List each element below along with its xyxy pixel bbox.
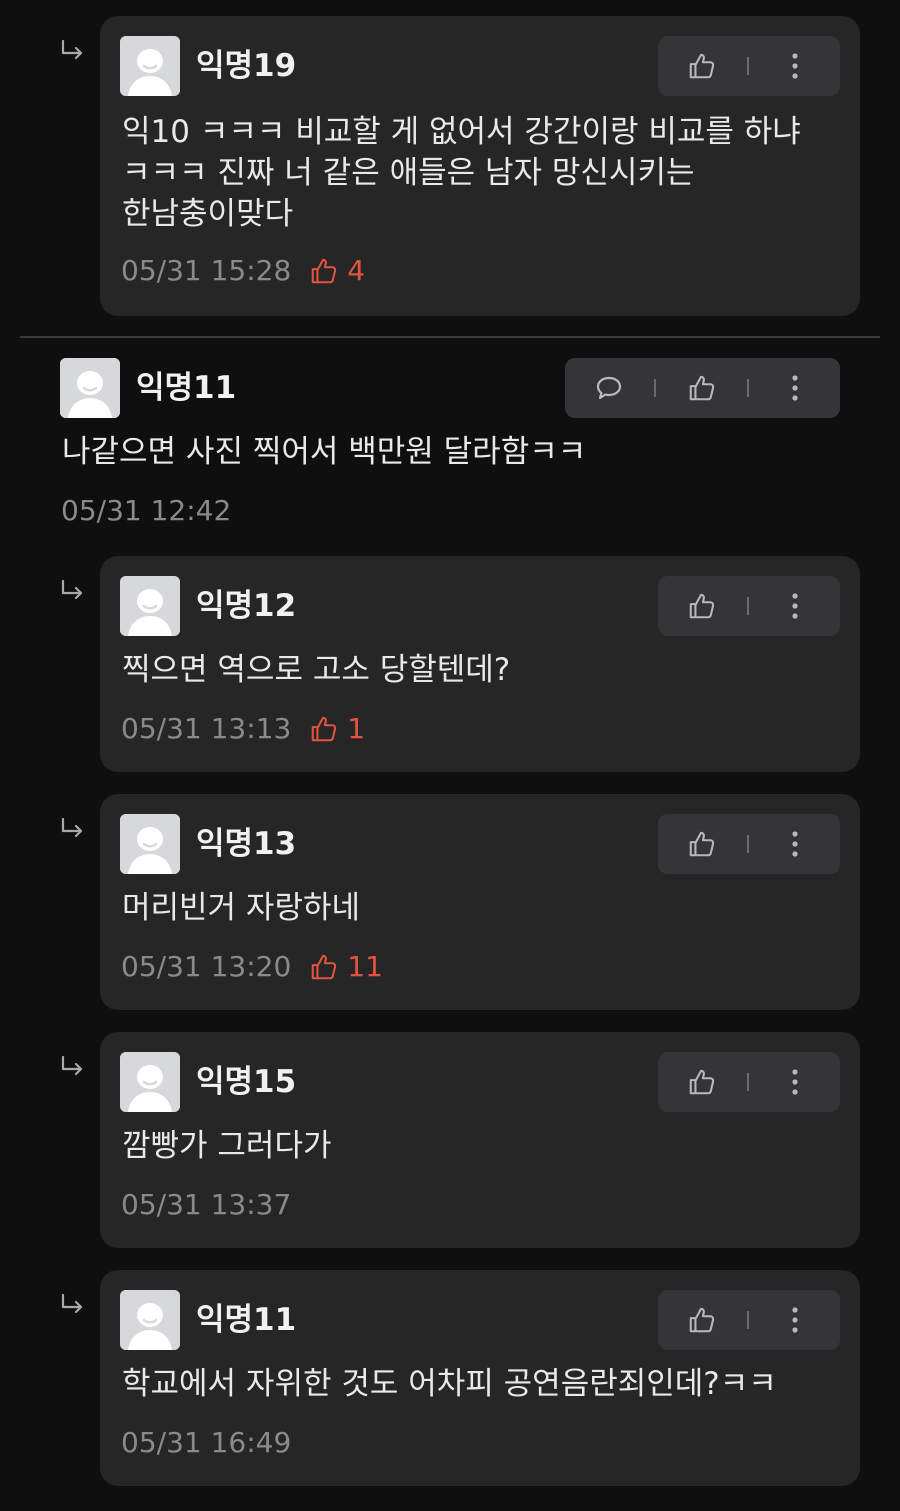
more-button[interactable] <box>772 576 818 636</box>
comment-line: 나같으면 사진 찍어서 백만원 달라함ㅋㅋ <box>62 434 587 470</box>
comment-text: 익10 ㅋㅋㅋ 비교할 게 없어서 강간이랑 비교를 하냐 ㅋㅋㅋ 진짜 너 같… <box>122 112 801 235</box>
comment-line: 깜빵가 그러다가 <box>122 1128 332 1164</box>
comment-meta: 05/31 15:28 4 <box>121 254 365 288</box>
comment-line: 찍으면 역으로 고소 당할텐데? <box>122 652 511 688</box>
reply-arrow-icon <box>60 580 86 602</box>
reply-arrow-icon <box>60 1294 86 1316</box>
vertical-ellipsis-icon <box>792 593 798 619</box>
like-button[interactable] <box>679 576 725 636</box>
more-button[interactable] <box>772 358 818 418</box>
action-separator <box>747 1073 749 1091</box>
comment-time: 05/31 13:13 <box>121 712 292 745</box>
more-button[interactable] <box>772 814 818 874</box>
comment-meta: 05/31 12:42 <box>61 494 231 528</box>
thumbs-up-icon <box>309 256 339 286</box>
reply-card: 익명13 머리빈거 자랑하네 05/31 13:20 11 <box>100 794 860 1010</box>
like-count: 1 <box>309 712 365 746</box>
comment-line: 한남충이맞다 <box>122 196 294 232</box>
thumbs-up-icon <box>687 591 717 621</box>
comment-meta: 05/31 16:49 <box>121 1426 291 1460</box>
comment-text: 나같으면 사진 찍어서 백만원 달라함ㅋㅋ <box>62 432 586 473</box>
thumbs-up-icon <box>687 1305 717 1335</box>
reply-card: 익명11 학교에서 자위한 것도 어차피 공연음란죄인데?ㅋㅋ 05/31 16… <box>100 1270 860 1486</box>
comment-author: 익명12 <box>196 588 297 624</box>
like-button[interactable] <box>679 36 725 96</box>
comment-line: ㅋㅋㅋ 진짜 너 같은 애들은 남자 망신시키는 <box>122 155 695 191</box>
vertical-ellipsis-icon <box>792 1307 798 1333</box>
thumbs-up-icon <box>687 829 717 859</box>
avatar <box>120 1290 180 1350</box>
reply-arrow-icon <box>60 818 86 840</box>
vertical-ellipsis-icon <box>792 1069 798 1095</box>
avatar <box>120 576 180 636</box>
thumbs-up-icon <box>309 952 339 982</box>
comment-time: 05/31 13:37 <box>121 1188 292 1221</box>
like-count: 11 <box>309 950 383 984</box>
comment-time: 05/31 15:28 <box>121 254 292 287</box>
comment-actions <box>658 576 840 636</box>
thumbs-up-icon <box>309 714 339 744</box>
reply-arrow-icon <box>60 40 86 62</box>
comment-text: 깜빵가 그러다가 <box>122 1126 332 1167</box>
comment-author: 익명15 <box>196 1064 297 1100</box>
avatar <box>120 1052 180 1112</box>
comment-divider <box>20 336 880 338</box>
like-button[interactable] <box>679 358 725 418</box>
comment-meta: 05/31 13:37 <box>121 1188 291 1222</box>
comment-actions <box>565 358 840 418</box>
comment-line: 익10 ㅋㅋㅋ 비교할 게 없어서 강간이랑 비교를 하냐 <box>122 114 801 150</box>
comment-actions <box>658 36 840 96</box>
more-button[interactable] <box>772 36 818 96</box>
comment-author: 익명13 <box>196 826 297 862</box>
action-separator <box>747 379 749 397</box>
comment-author: 익명11 <box>196 1302 297 1338</box>
reply-card: 익명15 깜빵가 그러다가 05/31 13:37 <box>100 1032 860 1248</box>
speech-bubble-icon <box>596 376 622 400</box>
comment-text: 머리빈거 자랑하네 <box>122 888 360 929</box>
avatar <box>120 814 180 874</box>
reply-card: 익명19 익10 ㅋㅋㅋ 비교할 게 없어서 강간이랑 비교를 하냐 ㅋㅋㅋ 진… <box>100 16 860 316</box>
vertical-ellipsis-icon <box>792 831 798 857</box>
thumbs-up-icon <box>687 51 717 81</box>
comment-meta: 05/31 13:13 1 <box>121 712 365 746</box>
comment-meta: 05/31 13:20 11 <box>121 950 383 984</box>
reply-card: 익명12 찍으면 역으로 고소 당할텐데? 05/31 13:13 1 <box>100 556 860 772</box>
vertical-ellipsis-icon <box>792 53 798 79</box>
like-button[interactable] <box>679 814 725 874</box>
like-count-value: 11 <box>347 950 383 983</box>
action-separator <box>747 597 749 615</box>
thumbs-up-icon <box>687 373 717 403</box>
more-button[interactable] <box>772 1052 818 1112</box>
comment-actions <box>658 1290 840 1350</box>
like-button[interactable] <box>679 1290 725 1350</box>
comment-time: 05/31 12:42 <box>61 494 232 527</box>
vertical-ellipsis-icon <box>792 375 798 401</box>
avatar <box>120 36 180 96</box>
like-count: 4 <box>309 254 365 288</box>
comment-time: 05/31 13:20 <box>121 950 292 983</box>
reply-button[interactable] <box>586 358 632 418</box>
action-separator <box>747 57 749 75</box>
comment-line: 머리빈거 자랑하네 <box>122 890 361 926</box>
comment-actions <box>658 1052 840 1112</box>
comment-time: 05/31 16:49 <box>121 1426 292 1459</box>
action-separator <box>747 1311 749 1329</box>
like-count-value: 4 <box>347 254 366 287</box>
action-separator <box>654 379 656 397</box>
reply-arrow-icon <box>60 1056 86 1078</box>
like-button[interactable] <box>679 1052 725 1112</box>
comment-author: 익명11 <box>136 370 237 406</box>
comment-actions <box>658 814 840 874</box>
more-button[interactable] <box>772 1290 818 1350</box>
thumbs-up-icon <box>687 1067 717 1097</box>
avatar <box>60 358 120 418</box>
comment-text: 학교에서 자위한 것도 어차피 공연음란죄인데?ㅋㅋ <box>122 1364 777 1405</box>
comment-author: 익명19 <box>196 48 297 84</box>
comment-line: 학교에서 자위한 것도 어차피 공연음란죄인데?ㅋㅋ <box>122 1366 777 1402</box>
action-separator <box>747 835 749 853</box>
comment-text: 찍으면 역으로 고소 당할텐데? <box>122 650 510 691</box>
like-count-value: 1 <box>347 712 366 745</box>
